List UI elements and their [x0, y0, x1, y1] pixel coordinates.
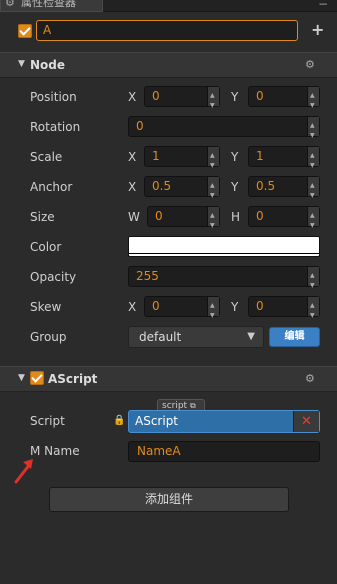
mname-input[interactable]: NameA [128, 441, 320, 462]
size-w-value: 0 [155, 209, 163, 223]
spinner-icon[interactable] [307, 116, 319, 145]
external-link-icon: ⧉ [189, 401, 196, 410]
skew-x-value: 0 [152, 299, 160, 313]
opacity-label: Opacity [30, 270, 77, 284]
anchor-y-label: Y [231, 180, 239, 194]
anchor-y-input[interactable]: 0.5 [248, 176, 320, 205]
tab-inspector[interactable]: ⚙ 属性检查器 [0, 0, 103, 12]
position-y-label: Y [231, 90, 239, 104]
collapse-arrow-icon[interactable]: ▼ [18, 59, 25, 69]
scale-x-input[interactable]: 1 [144, 146, 220, 175]
anchor-x-input[interactable]: 0.5 [144, 176, 220, 205]
size-h-value: 0 [256, 209, 264, 223]
ascript-enabled-checkbox[interactable] [30, 371, 44, 385]
gear-icon[interactable]: ⚙ [305, 372, 315, 385]
size-h-input[interactable]: 0 [248, 206, 320, 235]
position-x-input[interactable]: 0 [144, 86, 220, 115]
skew-y-input[interactable]: 0 [248, 296, 320, 325]
ascript-section-title: AScript [48, 372, 98, 386]
spinner-icon[interactable] [307, 266, 319, 295]
dropdown-caret-icon: ▼ [247, 331, 255, 342]
spinner-icon[interactable] [207, 176, 219, 205]
skew-y-label: Y [231, 300, 239, 314]
scale-x-label: X [128, 150, 137, 164]
color-picker[interactable] [128, 236, 320, 257]
spinner-icon[interactable] [207, 206, 219, 235]
script-label: Script [30, 414, 65, 428]
anchor-x-value: 0.5 [152, 179, 172, 193]
scale-label: Scale [30, 150, 63, 164]
spinner-icon[interactable] [207, 86, 219, 115]
group-select-value: default [139, 330, 182, 344]
group-label: Group [30, 330, 67, 344]
rotation-input[interactable]: 0 [128, 116, 320, 145]
script-asset-field[interactable]: AScript ✕ [128, 410, 320, 433]
spinner-icon[interactable] [307, 176, 319, 205]
spinner-icon[interactable] [207, 146, 219, 175]
size-w-input[interactable]: 0 [147, 206, 220, 235]
edit-group-button[interactable]: 编辑 [269, 327, 320, 347]
position-x-value: 0 [152, 89, 160, 103]
annotation-arrow-icon [14, 459, 33, 484]
spinner-icon[interactable] [307, 86, 319, 115]
spinner-icon[interactable] [207, 296, 219, 325]
size-w-label: W [128, 210, 140, 224]
scale-y-input[interactable]: 1 [248, 146, 320, 175]
rotation-value: 0 [136, 119, 144, 133]
tab-title: 属性检查器 [21, 0, 76, 9]
group-select[interactable]: default ▼ [128, 326, 264, 348]
opacity-input[interactable]: 255 [128, 266, 320, 295]
gear-icon: ⚙ [5, 0, 15, 9]
skew-label: Skew [30, 300, 62, 314]
position-label: Position [30, 90, 77, 104]
ascript-section-header[interactable]: ▼ AScript ⚙ [0, 366, 337, 392]
position-y-value: 0 [256, 89, 264, 103]
skew-x-label: X [128, 300, 137, 314]
add-component-button[interactable]: 添加组件 [49, 487, 289, 512]
anchor-label: Anchor [30, 180, 73, 194]
position-x-label: X [128, 90, 137, 104]
lock-icon: 🔒 [113, 415, 126, 426]
spinner-icon[interactable] [307, 206, 319, 235]
anchor-y-value: 0.5 [256, 179, 276, 193]
remove-icon[interactable]: ✕ [293, 411, 319, 432]
close-icon[interactable]: − [318, 0, 328, 11]
opacity-value: 255 [136, 269, 159, 283]
scale-y-label: Y [231, 150, 239, 164]
node-section-header[interactable]: ▼ Node ⚙ [0, 52, 337, 78]
script-asset-value: AScript [135, 414, 179, 428]
rotation-label: Rotation [30, 120, 81, 134]
gear-icon[interactable]: ⚙ [305, 58, 315, 71]
skew-y-value: 0 [256, 299, 264, 313]
spinner-icon[interactable] [307, 146, 319, 175]
collapse-arrow-icon[interactable]: ▼ [18, 373, 25, 383]
node-active-checkbox[interactable] [18, 24, 32, 38]
add-icon[interactable]: + [311, 21, 324, 39]
position-y-input[interactable]: 0 [248, 86, 320, 115]
color-label: Color [30, 240, 62, 254]
size-h-label: H [231, 210, 241, 224]
scale-y-value: 1 [256, 149, 264, 163]
spinner-icon[interactable] [307, 296, 319, 325]
anchor-x-label: X [128, 180, 137, 194]
mname-label: M Name [30, 444, 80, 458]
tab-bar: ⚙ 属性检查器 − [0, 0, 337, 12]
node-name-input[interactable]: A [36, 20, 298, 41]
scale-x-value: 1 [152, 149, 160, 163]
node-section-title: Node [30, 58, 66, 72]
size-label: Size [30, 210, 55, 224]
skew-x-input[interactable]: 0 [144, 296, 220, 325]
